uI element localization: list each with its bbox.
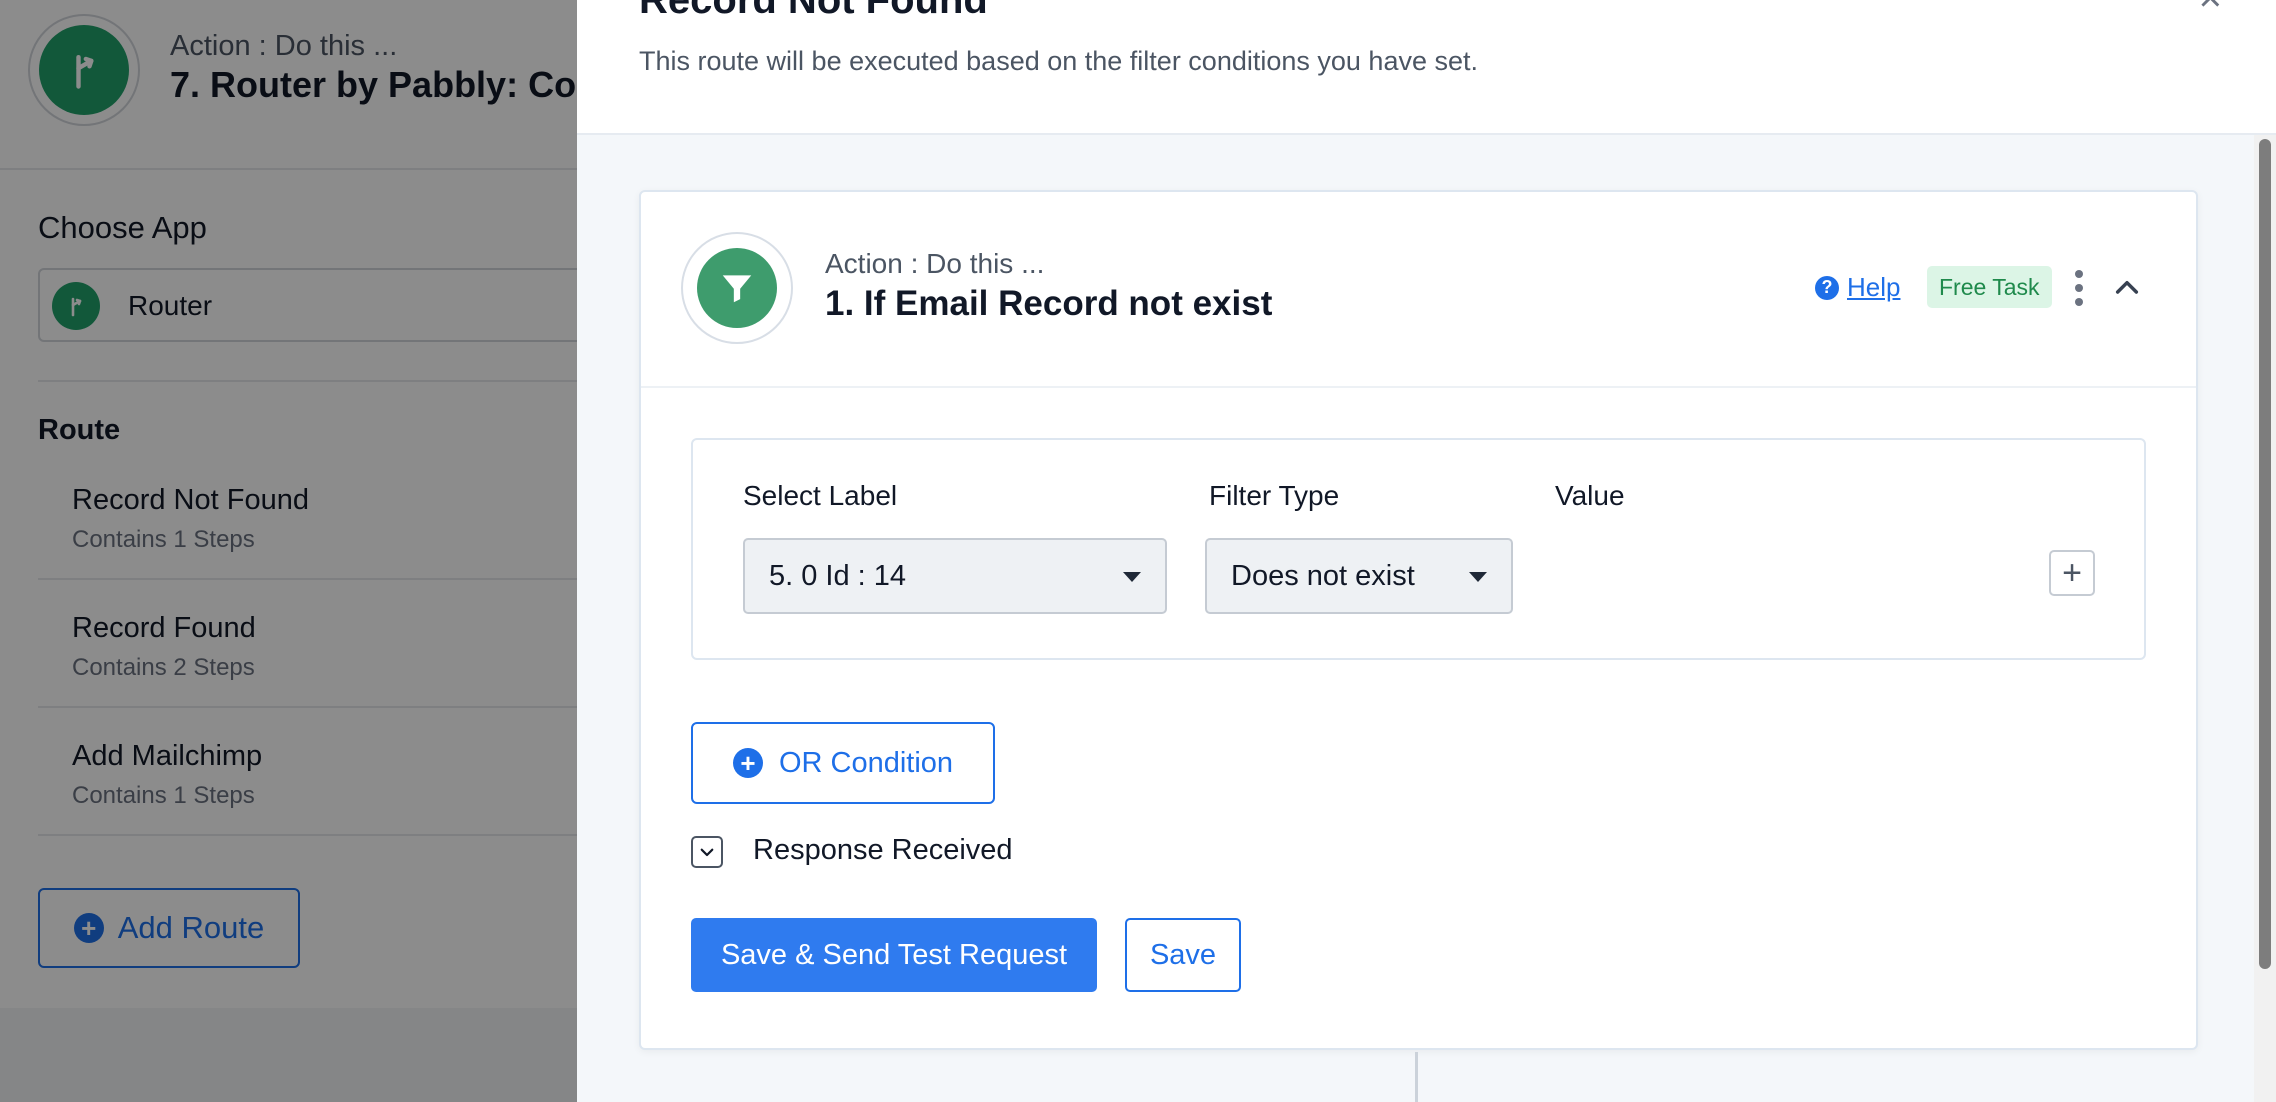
drawer-title: Record Not Found xyxy=(639,0,988,22)
filter-type-value: Does not exist xyxy=(1231,559,1415,592)
save-button[interactable]: Save xyxy=(1125,918,1241,992)
or-condition-button[interactable]: + OR Condition xyxy=(691,722,995,804)
or-condition-label: OR Condition xyxy=(778,746,954,779)
help-link-group[interactable]: ? Help xyxy=(1815,272,1900,303)
plus-icon: + xyxy=(2062,553,2082,592)
add-condition-button[interactable]: + xyxy=(2049,550,2095,596)
select-label-value: 5. 0 Id : 14 xyxy=(769,559,907,592)
step-title: 1. If Email Record not exist xyxy=(825,284,1273,323)
response-received-label: Response Received xyxy=(753,834,1013,866)
chevron-down-icon xyxy=(700,848,714,857)
save-send-test-button[interactable]: Save & Send Test Request xyxy=(691,918,1097,992)
help-link[interactable]: Help xyxy=(1847,272,1900,303)
filter-type-dropdown[interactable]: Does not exist xyxy=(1205,538,1513,614)
caret-down-icon xyxy=(1123,572,1141,582)
kebab-dot xyxy=(2075,298,2083,306)
response-toggle[interactable] xyxy=(691,836,723,868)
free-task-badge: Free Task xyxy=(1927,266,2052,308)
scrollbar-thumb[interactable] xyxy=(2259,139,2271,969)
chevron-up-icon[interactable] xyxy=(2111,272,2143,304)
step-action-subtitle: Action : Do this ... xyxy=(825,248,1045,279)
route-drawer: Record Not Found This route will be exec… xyxy=(577,0,2276,1102)
more-vertical-icon[interactable] xyxy=(2071,270,2087,306)
kebab-dot xyxy=(2075,270,2083,278)
select-label-dropdown[interactable]: 5. 0 Id : 14 xyxy=(743,538,1167,614)
filter-step-card: Action : Do this ... 1. If Email Record … xyxy=(639,190,2198,1050)
caret-down-icon xyxy=(1469,572,1487,582)
drawer-subtitle: This route will be executed based on the… xyxy=(639,46,1478,76)
filter-type-header: Filter Type xyxy=(1209,480,1340,511)
step-connector-line xyxy=(1415,1052,1418,1102)
drawer-header: Record Not Found This route will be exec… xyxy=(577,0,2276,135)
value-header: Value xyxy=(1555,480,1625,511)
close-icon[interactable]: × xyxy=(2199,0,2222,21)
select-label-header: Select Label xyxy=(743,480,898,511)
filter-icon-ring xyxy=(681,232,793,344)
step-header: Action : Do this ... 1. If Email Record … xyxy=(641,192,2196,388)
help-icon: ? xyxy=(1815,275,1839,300)
kebab-dot xyxy=(2075,284,2083,292)
filter-icon xyxy=(697,248,777,328)
plus-circle-icon: + xyxy=(732,748,763,778)
drawer-scrollbar[interactable] xyxy=(2254,135,2276,1102)
filter-condition-row: Select Label Filter Type Value 5. 0 Id :… xyxy=(691,438,2146,660)
